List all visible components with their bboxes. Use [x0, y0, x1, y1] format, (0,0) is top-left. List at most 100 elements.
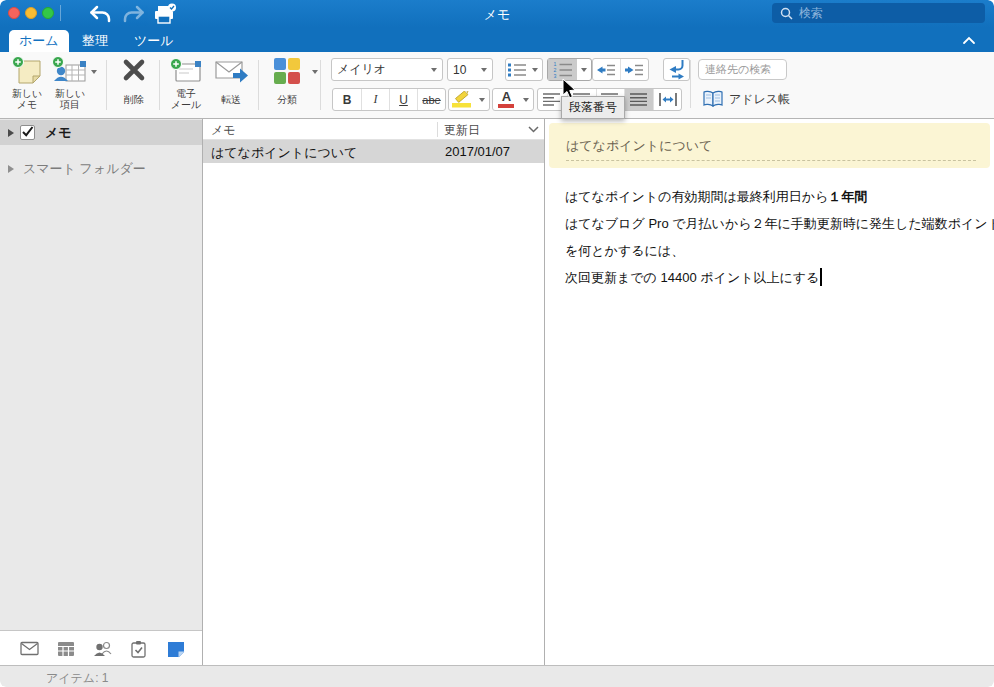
- forward-label: 転送: [209, 94, 253, 105]
- categorize-label: 分類: [266, 94, 308, 105]
- font-color-dropdown-icon[interactable]: [520, 89, 533, 110]
- decrease-indent-icon: [597, 63, 616, 77]
- distribute-button[interactable]: [653, 89, 681, 110]
- note-line: はてなポイントの有効期間は最終利用日から１年間: [565, 183, 989, 210]
- categorize-dropdown-icon[interactable]: [312, 70, 318, 74]
- column-title[interactable]: メモ: [211, 122, 236, 139]
- highlight-color-button[interactable]: [448, 88, 490, 111]
- strikethrough-button[interactable]: abe: [417, 89, 445, 110]
- forward-button[interactable]: 転送: [209, 56, 253, 105]
- new-note-label-1: 新しい: [6, 88, 48, 99]
- contact-search-input[interactable]: 連絡先の検索: [698, 59, 787, 80]
- ribbon-separator: [106, 60, 107, 110]
- indent-group: [592, 58, 649, 81]
- address-book-button[interactable]: アドレス帳: [702, 90, 790, 108]
- new-item-button[interactable]: 新しい項目: [49, 56, 91, 110]
- people-module-icon[interactable]: [93, 640, 113, 657]
- mouse-cursor: [562, 78, 577, 99]
- justify-icon: [630, 93, 648, 106]
- note-list-row[interactable]: はてなポイントについて 2017/01/07: [203, 140, 544, 163]
- search-icon: [780, 7, 793, 20]
- delete-label: 削除: [112, 94, 156, 105]
- note-title-divider: [566, 160, 976, 161]
- new-item-label-1: 新しい: [49, 88, 91, 99]
- sort-chevron-icon[interactable]: [528, 126, 539, 134]
- note-list-pane: メモ 更新日 はてなポイントについて 2017/01/07: [203, 119, 545, 665]
- checkmark-icon: [20, 124, 35, 139]
- font-size-select[interactable]: 10: [447, 58, 493, 81]
- column-separator[interactable]: [437, 122, 438, 137]
- align-left-icon: [543, 93, 561, 106]
- status-bar: アイテム: 1: [0, 665, 994, 687]
- highlight-color-dropdown-icon[interactable]: [476, 89, 489, 110]
- new-item-label-2: 項目: [49, 99, 91, 110]
- categorize-button[interactable]: 分類: [266, 56, 308, 105]
- justify-button[interactable]: [624, 89, 653, 110]
- main-area: メモ スマート フォルダー: [0, 119, 994, 665]
- font-name-dropdown-icon: [431, 68, 437, 72]
- underline-button[interactable]: U: [389, 89, 417, 110]
- paragraph-direction-button[interactable]: [663, 58, 690, 81]
- reading-pane: はてなポイントについて はてなポイントの有効期間は最終利用日から１年間はてなブロ…: [546, 119, 994, 665]
- increase-indent-icon: [625, 63, 644, 77]
- ribbon-separator: [258, 60, 259, 110]
- email-label-2: メール: [163, 99, 209, 110]
- search-input[interactable]: 検索: [772, 3, 985, 23]
- numbered-list-icon: 1 2 3: [553, 61, 573, 78]
- tab-organize[interactable]: 整理: [72, 30, 118, 52]
- new-note-label-2: メモ: [6, 99, 48, 110]
- module-switcher: [0, 630, 202, 665]
- list-header: メモ 更新日: [203, 119, 544, 140]
- sidebar: メモ スマート フォルダー: [0, 119, 203, 665]
- sidebar-folder-memo[interactable]: メモ: [0, 120, 202, 145]
- memo-checkbox[interactable]: [20, 125, 35, 140]
- ribbon-separator: [159, 60, 160, 110]
- note-header: はてなポイントについて: [549, 123, 990, 168]
- bullet-list-dropdown-icon[interactable]: [529, 59, 542, 80]
- search-placeholder: 検索: [799, 5, 823, 22]
- tasks-module-icon[interactable]: [130, 640, 147, 658]
- font-color-letter: A: [502, 91, 511, 103]
- contact-search-placeholder: 連絡先の検索: [705, 62, 771, 77]
- font-style-group: B I U abe: [332, 88, 446, 111]
- font-color-button[interactable]: A: [492, 88, 534, 111]
- note-row-date: 2017/01/07: [445, 144, 510, 159]
- italic-button[interactable]: I: [361, 89, 389, 110]
- tab-tools[interactable]: ツール: [124, 30, 184, 52]
- address-book-icon: [702, 90, 724, 108]
- outlook-notes-window: メモ 検索 ホーム 整理 ツール 新しいメモ: [0, 0, 994, 687]
- highlight-color-icon: [452, 91, 472, 108]
- email-label-1: 電子: [163, 88, 209, 99]
- increase-indent-button[interactable]: [620, 59, 648, 80]
- paragraph-direction-icon: [667, 59, 687, 80]
- email-button[interactable]: 電子メール: [163, 56, 209, 110]
- tooltip: 段落番号: [561, 96, 625, 119]
- disclosure-triangle-icon[interactable]: [8, 129, 14, 137]
- bold-button[interactable]: B: [333, 89, 361, 110]
- decrease-indent-button[interactable]: [593, 59, 620, 80]
- mail-module-icon[interactable]: [20, 640, 39, 657]
- numbered-list-dropdown-icon[interactable]: [577, 59, 591, 80]
- tab-home[interactable]: ホーム: [9, 30, 69, 52]
- text-caret: [820, 268, 822, 286]
- address-book-label: アドレス帳: [729, 91, 790, 108]
- ribbon-separator: [320, 60, 321, 110]
- new-note-button[interactable]: 新しいメモ: [6, 56, 48, 110]
- calendar-module-icon[interactable]: [57, 640, 75, 657]
- note-title: はてなポイントについて: [566, 137, 712, 155]
- bullet-list-button[interactable]: [505, 58, 543, 81]
- font-name-select[interactable]: メイリオ: [331, 58, 443, 81]
- collapse-ribbon-icon[interactable]: [962, 36, 976, 45]
- categorize-icon: [273, 57, 302, 85]
- note-body[interactable]: はてなポイントの有効期間は最終利用日から１年間はてなブログ Pro で月払いから…: [565, 183, 989, 291]
- new-item-dropdown-icon[interactable]: [91, 70, 97, 74]
- note-line: を何とかするには、: [565, 237, 989, 264]
- note-line: 次回更新までの 14400 ポイント以上にする: [565, 264, 989, 291]
- sidebar-memo-label: メモ: [45, 124, 72, 142]
- column-date[interactable]: 更新日: [444, 122, 480, 139]
- sidebar-smart-folders[interactable]: スマート フォルダー: [0, 157, 202, 181]
- notes-module-icon[interactable]: [167, 640, 186, 658]
- font-name-value: メイリオ: [337, 61, 431, 78]
- disclosure-triangle-icon[interactable]: [8, 165, 14, 173]
- delete-button[interactable]: 削除: [112, 56, 156, 105]
